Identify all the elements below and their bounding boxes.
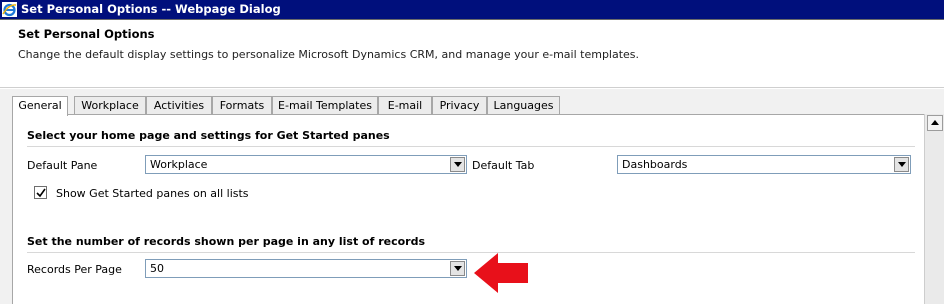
tab-email-templates[interactable]: E-mail Templates — [272, 96, 378, 115]
default-tab-select[interactable]: Dashboards — [617, 155, 911, 174]
section-title-home-page: Select your home page and settings for G… — [27, 129, 390, 142]
show-get-started-checkbox[interactable] — [34, 186, 47, 199]
page-title: Set Personal Options — [18, 27, 155, 41]
records-per-page-label: Records Per Page — [27, 263, 122, 276]
vertical-scrollbar[interactable] — [924, 114, 944, 304]
window-titlebar: Set Personal Options -- Webpage Dialog — [0, 0, 944, 20]
window-title: Set Personal Options -- Webpage Dialog — [21, 2, 281, 16]
default-tab-value: Dashboards — [622, 158, 688, 171]
tab-workplace[interactable]: Workplace — [74, 96, 146, 115]
section-divider — [27, 252, 915, 253]
tab-languages[interactable]: Languages — [487, 96, 560, 115]
records-per-page-value: 50 — [150, 262, 164, 275]
chevron-down-icon[interactable] — [450, 261, 465, 276]
checkmark-icon — [36, 188, 46, 198]
chevron-down-icon[interactable] — [894, 157, 909, 172]
tab-email[interactable]: E-mail — [378, 96, 432, 115]
dialog-header: Set Personal Options Change the default … — [0, 20, 944, 88]
default-tab-label: Default Tab — [472, 159, 535, 172]
default-pane-select[interactable]: Workplace — [145, 155, 467, 174]
section-title-records: Set the number of records shown per page… — [27, 235, 426, 248]
red-arrow-icon — [474, 253, 528, 293]
tab-activities[interactable]: Activities — [146, 96, 212, 115]
chevron-up-icon — [931, 120, 939, 125]
records-per-page-select[interactable]: 50 — [145, 259, 467, 278]
default-pane-value: Workplace — [150, 158, 208, 171]
page-description: Change the default display settings to p… — [18, 48, 640, 61]
tab-privacy[interactable]: Privacy — [432, 96, 487, 115]
default-pane-label: Default Pane — [27, 159, 98, 172]
internet-explorer-icon — [2, 2, 17, 17]
tab-formats[interactable]: Formats — [212, 96, 272, 115]
chevron-down-icon[interactable] — [450, 157, 465, 172]
tab-general[interactable]: General — [12, 96, 68, 116]
scroll-up-button[interactable] — [927, 115, 943, 131]
section-divider — [27, 146, 915, 147]
show-get-started-label: Show Get Started panes on all lists — [56, 187, 249, 200]
